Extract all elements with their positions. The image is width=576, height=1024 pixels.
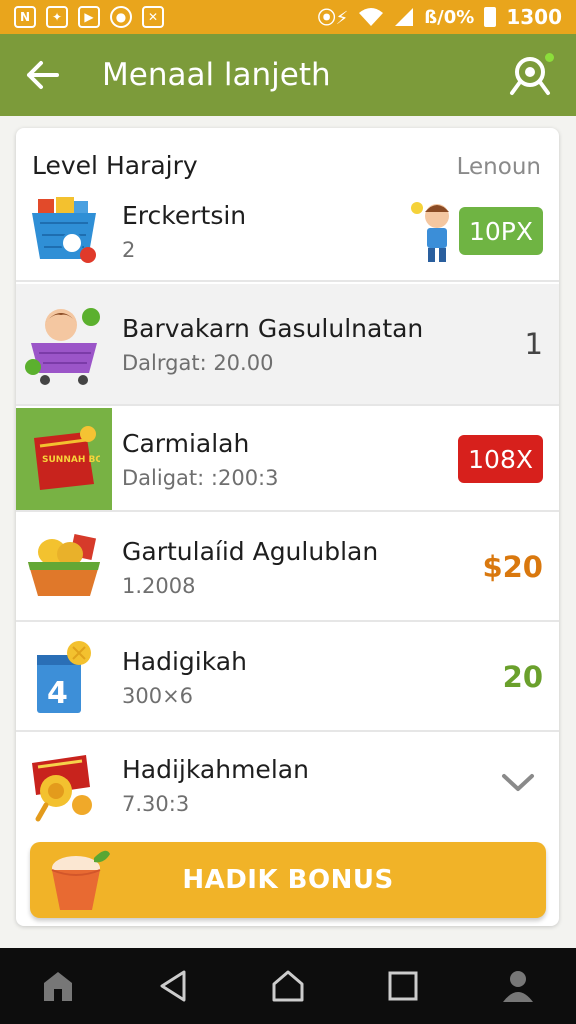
status-bar: N ✦ ▶ ● ✕ ⦿⚡ ß/0% 1300 [0,0,576,34]
chat-icon: ✦ [46,6,68,28]
list-item[interactable]: Barvakarn Gasululnatan Dalrgat: 20.00 1 [16,284,559,406]
nfc-icon: N [14,6,36,28]
app-bar: Menaal lanjeth [0,34,576,116]
row-title: Hadigikah [122,646,247,676]
ticket-icon [16,734,112,836]
bonus-button[interactable]: HADIK BONUS [30,842,546,918]
fruit-basket-icon [16,514,112,620]
back-triangle-icon[interactable] [143,956,203,1016]
row-subtitle: 7.30:3 [122,791,190,816]
row-value: $20 [482,550,543,584]
arrow-back-icon [27,61,59,89]
person-icon[interactable] [488,956,548,1016]
home-circle-icon[interactable] [258,956,318,1016]
row-subtitle: 1.2008 [122,573,196,598]
list-item[interactable]: Hadijkahmelan 7.30:3 [16,734,559,836]
cup-icon [46,846,112,918]
status-time: 1300 [506,5,562,29]
search-button[interactable] [506,51,554,99]
play-icon: ▶ [78,6,100,28]
photo-icon: ✕ [142,6,164,28]
row-subtitle: Daligat: :200:3 [122,465,279,490]
card-link[interactable]: Lenoun [457,154,541,180]
notification-dot [545,53,554,62]
home-icon[interactable] [28,956,88,1016]
row-value-badge: 108X [458,435,543,483]
calendar-icon: 4 [16,624,112,730]
back-button[interactable] [0,34,84,116]
bonus-button-label: HADIK BONUS [182,865,394,895]
svg-text:4: 4 [47,676,68,711]
record-icon: ● [110,6,132,28]
chevron-down-icon[interactable] [501,773,535,797]
shopping-cart-icon [16,284,112,404]
shopping-basket-icon [16,182,112,280]
list-item[interactable]: Gartulaíid Agulublan 1.2008 $20 [16,514,559,622]
wifi-icon [359,8,384,26]
card-header: Level Harajry Lenoun [16,128,559,180]
row-title: Erckertsin [122,200,247,230]
row-value-badge: 10PX [458,207,543,255]
cell-signal-icon [395,8,414,26]
recents-square-icon[interactable] [373,956,433,1016]
row-value: 1 [524,327,543,361]
page-title: Menaal lanjeth [102,57,331,93]
battery-icon [484,7,497,27]
row-title: Barvakarn Gasululnatan [122,313,424,343]
level-card: Level Harajry Lenoun Erckertsin 2 10PX B… [16,128,559,926]
box-label: SUNNAH BOX [42,455,100,465]
kid-icon [410,202,449,262]
row-value-group: 10PX [409,196,543,266]
system-nav-bar [0,948,576,1024]
list-item[interactable]: SUNNAH BOX Carmialah Daligat: :200:3 108… [16,408,559,512]
gift-box-icon: SUNNAH BOX [16,408,112,510]
row-subtitle: 300×6 [122,683,194,708]
row-subtitle: 2 [122,237,136,262]
card-title: Level Harajry [32,151,198,180]
row-title: Carmialah [122,428,250,458]
row-value: 20 [502,660,543,694]
row-title: Hadijkahmelan [122,754,309,784]
row-title: Gartulaíid Agulublan [122,536,379,566]
row-subtitle: Dalrgat: 20.00 [122,350,274,375]
list-item[interactable]: 4 Hadigikah 300×6 20 [16,624,559,732]
battery-percent: ß/0% [424,6,475,28]
list-item[interactable]: Erckertsin 2 10PX [16,182,559,282]
signal-icons: ⦿⚡ [317,8,349,29]
